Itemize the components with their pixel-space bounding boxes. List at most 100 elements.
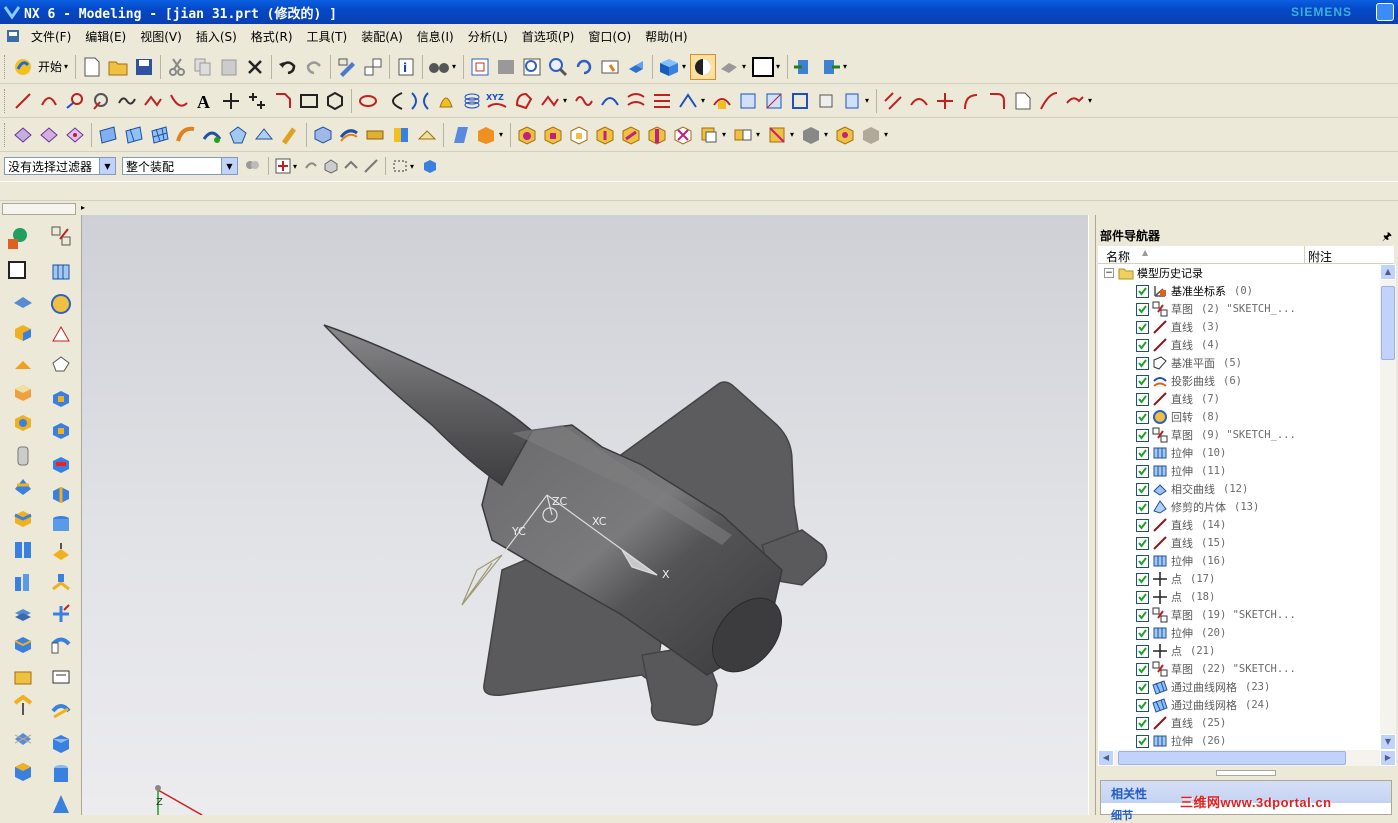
slot-tool-icon[interactable]: [10, 443, 36, 469]
stretch-curve-icon[interactable]: [1036, 88, 1062, 114]
select-face-icon[interactable]: [341, 158, 361, 174]
tree-row[interactable]: 基准坐标系 (0): [1136, 282, 1253, 300]
offset-surface-icon[interactable]: [336, 122, 362, 148]
bridge-curve-icon[interactable]: [537, 88, 563, 114]
checkbox-checked[interactable]: [1136, 320, 1149, 334]
jet-model-render[interactable]: ZC YC XC X Z: [82, 215, 1088, 815]
transform-icon[interactable]: [360, 54, 386, 80]
combined-projection-icon[interactable]: [649, 88, 675, 114]
sew-tool-icon[interactable]: [10, 665, 36, 691]
tree-row[interactable]: 草图 (22) "SKETCH...: [1136, 660, 1296, 678]
synchronous-icon[interactable]: [858, 122, 884, 148]
checkbox-checked[interactable]: [1136, 446, 1149, 460]
sketch-tool-icon[interactable]: [4, 225, 30, 251]
checkbox-checked[interactable]: [1136, 572, 1149, 586]
tree-row[interactable]: 点 (17): [1136, 570, 1215, 588]
scroll-up-icon[interactable]: ▲: [1380, 264, 1396, 280]
undo-icon[interactable]: [275, 54, 301, 80]
tree-row[interactable]: 相交曲线 (12): [1136, 480, 1248, 498]
checkbox-checked[interactable]: [1136, 374, 1149, 388]
scroll-right-icon[interactable]: ▶: [1380, 750, 1396, 766]
mesh-tool-icon[interactable]: [10, 725, 36, 751]
tree-row[interactable]: 草图 (19) "SKETCH...: [1136, 606, 1296, 624]
soft-blend-icon[interactable]: [10, 569, 36, 595]
wave-link-icon[interactable]: [10, 693, 36, 719]
menu-insert[interactable]: 插入(S): [189, 28, 244, 45]
smooth-spline-icon[interactable]: [1010, 88, 1036, 114]
tree-horizontal-scrollbar[interactable]: ◀ ▶: [1098, 750, 1396, 766]
transition-icon[interactable]: [251, 122, 277, 148]
surface-patch-icon[interactable]: [10, 122, 36, 148]
checkbox-checked[interactable]: [1136, 518, 1149, 532]
copy-icon[interactable]: [190, 54, 216, 80]
point-set-icon[interactable]: [244, 88, 270, 114]
checkbox-checked[interactable]: [1136, 428, 1149, 442]
menu-preferences[interactable]: 首选项(P): [515, 28, 582, 45]
menu-tools[interactable]: 工具(T): [300, 28, 355, 45]
rapid-surfacing-icon[interactable]: [62, 122, 88, 148]
draft-body-icon[interactable]: [48, 569, 74, 595]
checkbox-checked[interactable]: [1136, 392, 1149, 406]
basic-curves-icon[interactable]: [62, 88, 88, 114]
tree-row[interactable]: 点 (18): [1136, 588, 1215, 606]
ellipse-tool-icon[interactable]: [355, 88, 381, 114]
project-curve-icon[interactable]: [623, 88, 649, 114]
tree-row[interactable]: 回转 (8): [1136, 408, 1220, 426]
color-swatch-icon[interactable]: [750, 54, 776, 80]
trim-sheet-tool-icon[interactable]: [414, 122, 440, 148]
column-note[interactable]: 附注: [1308, 248, 1332, 265]
ruled-surface-icon[interactable]: [95, 122, 121, 148]
checkbox-checked[interactable]: [1136, 302, 1149, 316]
dart-tool-icon[interactable]: [48, 481, 74, 507]
thread-tool-icon[interactable]: [10, 473, 36, 499]
rotate-icon[interactable]: [571, 54, 597, 80]
collapse-icon[interactable]: −: [1104, 268, 1114, 278]
n-sided-surface-icon[interactable]: [225, 122, 251, 148]
save-icon[interactable]: [131, 54, 157, 80]
mirror-body-icon[interactable]: [730, 122, 756, 148]
details-header[interactable]: 细节: [1111, 807, 1133, 823]
intersect-icon[interactable]: [566, 122, 592, 148]
checkbox-checked[interactable]: [1136, 698, 1149, 712]
extrude-tool-icon[interactable]: [48, 259, 74, 285]
zoom-icon[interactable]: [519, 54, 545, 80]
menu-help[interactable]: 帮助(H): [638, 28, 694, 45]
text-tool-icon[interactable]: A: [192, 88, 218, 114]
menu-information[interactable]: 信息(I): [410, 28, 461, 45]
tree-row[interactable]: 直线 (3): [1136, 318, 1220, 336]
orient-view-icon[interactable]: [623, 54, 649, 80]
spline-tool-icon[interactable]: [114, 88, 140, 114]
fit-spline-icon[interactable]: [166, 88, 192, 114]
menu-format[interactable]: 格式(R): [244, 28, 300, 45]
column-name[interactable]: 名称: [1106, 248, 1130, 265]
circle-tool-icon[interactable]: [88, 88, 114, 114]
edit-curve-params-icon[interactable]: [932, 88, 958, 114]
menu-file[interactable]: 文件(F): [24, 28, 78, 45]
block-tool-icon[interactable]: [10, 319, 36, 345]
checkbox-checked[interactable]: [1136, 716, 1149, 730]
resource-tab[interactable]: [2, 203, 76, 215]
parabola-tool-icon[interactable]: [381, 88, 407, 114]
trim-corner-icon[interactable]: [880, 88, 906, 114]
section-surface-icon[interactable]: [199, 122, 225, 148]
checkbox-checked[interactable]: [1136, 644, 1149, 658]
cut-icon[interactable]: [164, 54, 190, 80]
menu-edit[interactable]: 编辑(E): [78, 28, 133, 45]
replace-face-icon[interactable]: [832, 122, 858, 148]
thicken-icon[interactable]: [362, 122, 388, 148]
selection-filter-select[interactable]: 没有选择过滤器 ▼: [4, 157, 116, 175]
section-curve-icon[interactable]: [735, 88, 761, 114]
block-body-icon[interactable]: [10, 759, 36, 785]
swept-icon[interactable]: [173, 122, 199, 148]
shell-icon[interactable]: [473, 122, 499, 148]
checkbox-checked[interactable]: [1136, 536, 1149, 550]
pocket-tool-icon[interactable]: [48, 385, 74, 411]
chamfer-tool-icon[interactable]: [270, 88, 296, 114]
checkbox-checked[interactable]: [1136, 662, 1149, 676]
divide-curve-icon[interactable]: [906, 88, 932, 114]
tree-row[interactable]: 直线 (15): [1136, 534, 1226, 552]
select-edge-icon[interactable]: [361, 158, 381, 174]
tree-row[interactable]: 直线 (7): [1136, 390, 1220, 408]
offset-curve-icon[interactable]: [511, 88, 537, 114]
scroll-thumb[interactable]: [1381, 286, 1395, 360]
